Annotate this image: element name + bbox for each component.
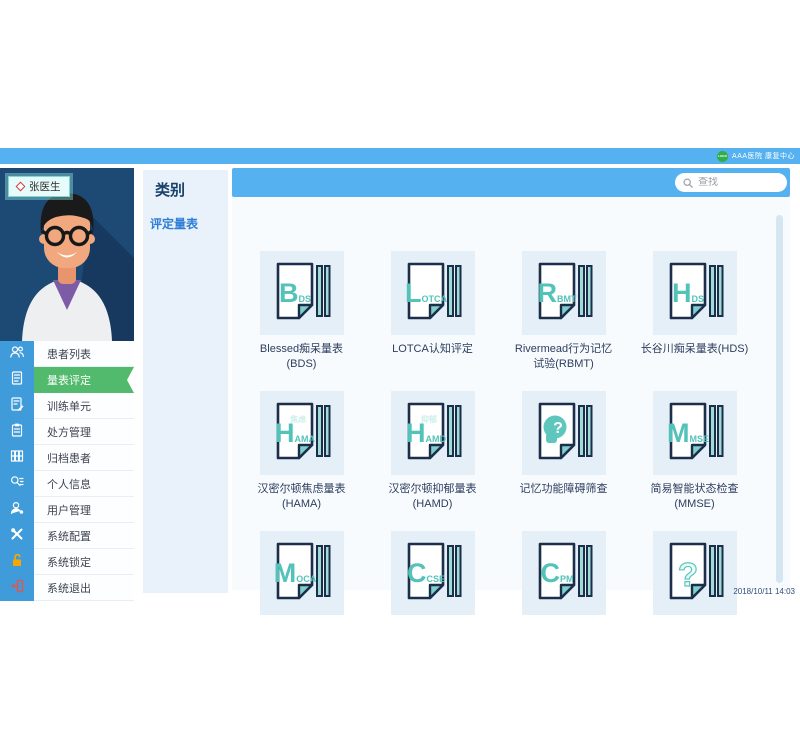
sidebar-item-label: 用户管理	[34, 502, 91, 518]
document-stack-icon: BDS	[272, 261, 332, 326]
user-manage-icon	[9, 500, 25, 521]
scale-card[interactable]: MMSE 简易智能状态检查(MMSE)	[629, 391, 760, 531]
document-stack-icon: MOCA	[272, 541, 332, 606]
scale-card[interactable]: CPM	[498, 531, 629, 671]
scale-card[interactable]: CCSE	[367, 531, 498, 671]
current-user-badge[interactable]: 张医生	[8, 176, 70, 197]
scale-card[interactable]: 焦虑HAMA 汉密尔顿焦虑量表(HAMA)	[236, 391, 367, 531]
sidebar-item-exit[interactable]: 系统退出	[0, 575, 134, 601]
document-stack-icon: HDS	[665, 261, 725, 326]
search-icon	[683, 178, 693, 188]
sidebar-item-label: 个人信息	[34, 476, 91, 492]
timestamp: 2018/10/11 14:03	[733, 587, 795, 596]
main-panel: BDS Blessed痴呆量表(BDS) LOTCA LOTCA认知评定 RBM…	[232, 168, 790, 590]
sidebar-item-archive[interactable]: 归档患者	[0, 445, 134, 471]
scale-card-label: 简易智能状态检查(MMSE)	[651, 482, 739, 512]
sidebar-item-label: 患者列表	[34, 346, 91, 362]
search-input[interactable]	[698, 177, 778, 188]
scale-card[interactable]: BDS Blessed痴呆量表(BDS)	[236, 251, 367, 391]
document-stack-icon: CPM	[534, 541, 594, 606]
document-stack-icon: LOTCA	[403, 261, 463, 326]
scale-card-label: 汉密尔顿焦虑量表(HAMA)	[258, 482, 346, 512]
head-question-icon: ?	[534, 401, 594, 466]
scale-card[interactable]: MOCA	[236, 531, 367, 671]
document-stack-icon: 焦虑HAMA	[272, 401, 332, 466]
scale-card-grid: BDS Blessed痴呆量表(BDS) LOTCA LOTCA认知评定 RBM…	[236, 251, 760, 671]
category-panel: 类别 评定量表	[143, 170, 228, 593]
scale-card[interactable]: RBMT Rivermead行为记忆试验(RBMT)	[498, 251, 629, 391]
sidebar-item-label: 系统配置	[34, 528, 91, 544]
scale-card-label: 记忆功能障碍筛查	[520, 482, 608, 497]
scale-card-label: Blessed痴呆量表(BDS)	[260, 342, 343, 372]
sidebar-item-label: 归档患者	[34, 450, 91, 466]
content-header-bar	[232, 168, 790, 197]
search-box[interactable]	[675, 173, 787, 192]
scale-card[interactable]: 抑郁HAMD 汉密尔顿抑郁量表(HAMD)	[367, 391, 498, 531]
sidebar-item-prescription[interactable]: 处方管理	[0, 419, 134, 445]
scale-card-label: 长谷川痴呆量表(HDS)	[641, 342, 749, 357]
lock-icon	[9, 552, 25, 573]
category-item-assessment-scales[interactable]: 评定量表	[150, 215, 228, 232]
scale-card[interactable]: ?	[629, 531, 760, 671]
app-window: LOGO AAA医院 康复中心 张医生	[0, 0, 800, 750]
scale-card[interactable]: ? 记忆功能障碍筛查	[498, 391, 629, 531]
scale-card-label: 汉密尔顿抑郁量表(HAMD)	[389, 482, 477, 512]
sidebar-item-label: 系统锁定	[34, 554, 91, 570]
user-panel: 张医生	[0, 168, 134, 341]
patients-icon	[9, 344, 25, 365]
user-name: 张医生	[29, 179, 61, 194]
svg-text:?: ?	[553, 420, 563, 437]
sidebar-item-profile[interactable]: 个人信息	[0, 471, 134, 497]
scale-card[interactable]: HDS 长谷川痴呆量表(HDS)	[629, 251, 760, 391]
organization-name: AAA医院 康复中心	[732, 151, 795, 161]
scale-card-label: Rivermead行为记忆试验(RBMT)	[515, 342, 612, 372]
sidebar-item-user-manage[interactable]: 用户管理	[0, 497, 134, 523]
scale-card-label: LOTCA认知评定	[392, 342, 473, 357]
vertical-scrollbar[interactable]	[776, 215, 783, 583]
sidebar-item-assessment[interactable]: 量表评定	[0, 367, 134, 393]
scale-card[interactable]: LOTCA LOTCA认知评定	[367, 251, 498, 391]
exit-icon	[9, 578, 25, 599]
sidebar-item-label: 处方管理	[34, 424, 91, 440]
logo-icon: LOGO	[717, 151, 728, 162]
sidebar-item-patients[interactable]: 患者列表	[0, 341, 134, 367]
document-stack-icon: MMSE	[665, 401, 725, 466]
svg-text:?: ?	[677, 556, 697, 593]
profile-icon	[9, 474, 25, 495]
prescription-icon	[9, 422, 25, 443]
settings-icon	[9, 526, 25, 547]
sidebar-item-settings[interactable]: 系统配置	[0, 523, 134, 549]
top-bar: LOGO AAA医院 康复中心	[0, 148, 800, 164]
sidebar-item-label: 量表评定	[34, 372, 91, 388]
sidebar-item-label: 系统退出	[34, 580, 91, 596]
sidebar-item-lock[interactable]: 系统锁定	[0, 549, 134, 575]
assessment-icon	[9, 370, 25, 391]
sidebar-item-training[interactable]: 训练单元	[0, 393, 134, 419]
sidebar-item-label: 训练单元	[34, 398, 91, 414]
archive-icon	[9, 448, 25, 469]
question-document-icon: ?	[665, 541, 725, 606]
document-stack-icon: CCSE	[403, 541, 463, 606]
category-title: 类别	[155, 179, 228, 200]
sidebar-menu: 患者列表 量表评定 训练单元 处方管理 归档患者 个人信息 用户管理 系统配置 …	[0, 341, 134, 601]
document-stack-icon: 抑郁HAMD	[403, 401, 463, 466]
content-area: BDS Blessed痴呆量表(BDS) LOTCA LOTCA认知评定 RBM…	[232, 197, 790, 590]
diamond-icon	[16, 182, 26, 192]
document-stack-icon: RBMT	[534, 261, 594, 326]
training-icon	[9, 396, 25, 417]
